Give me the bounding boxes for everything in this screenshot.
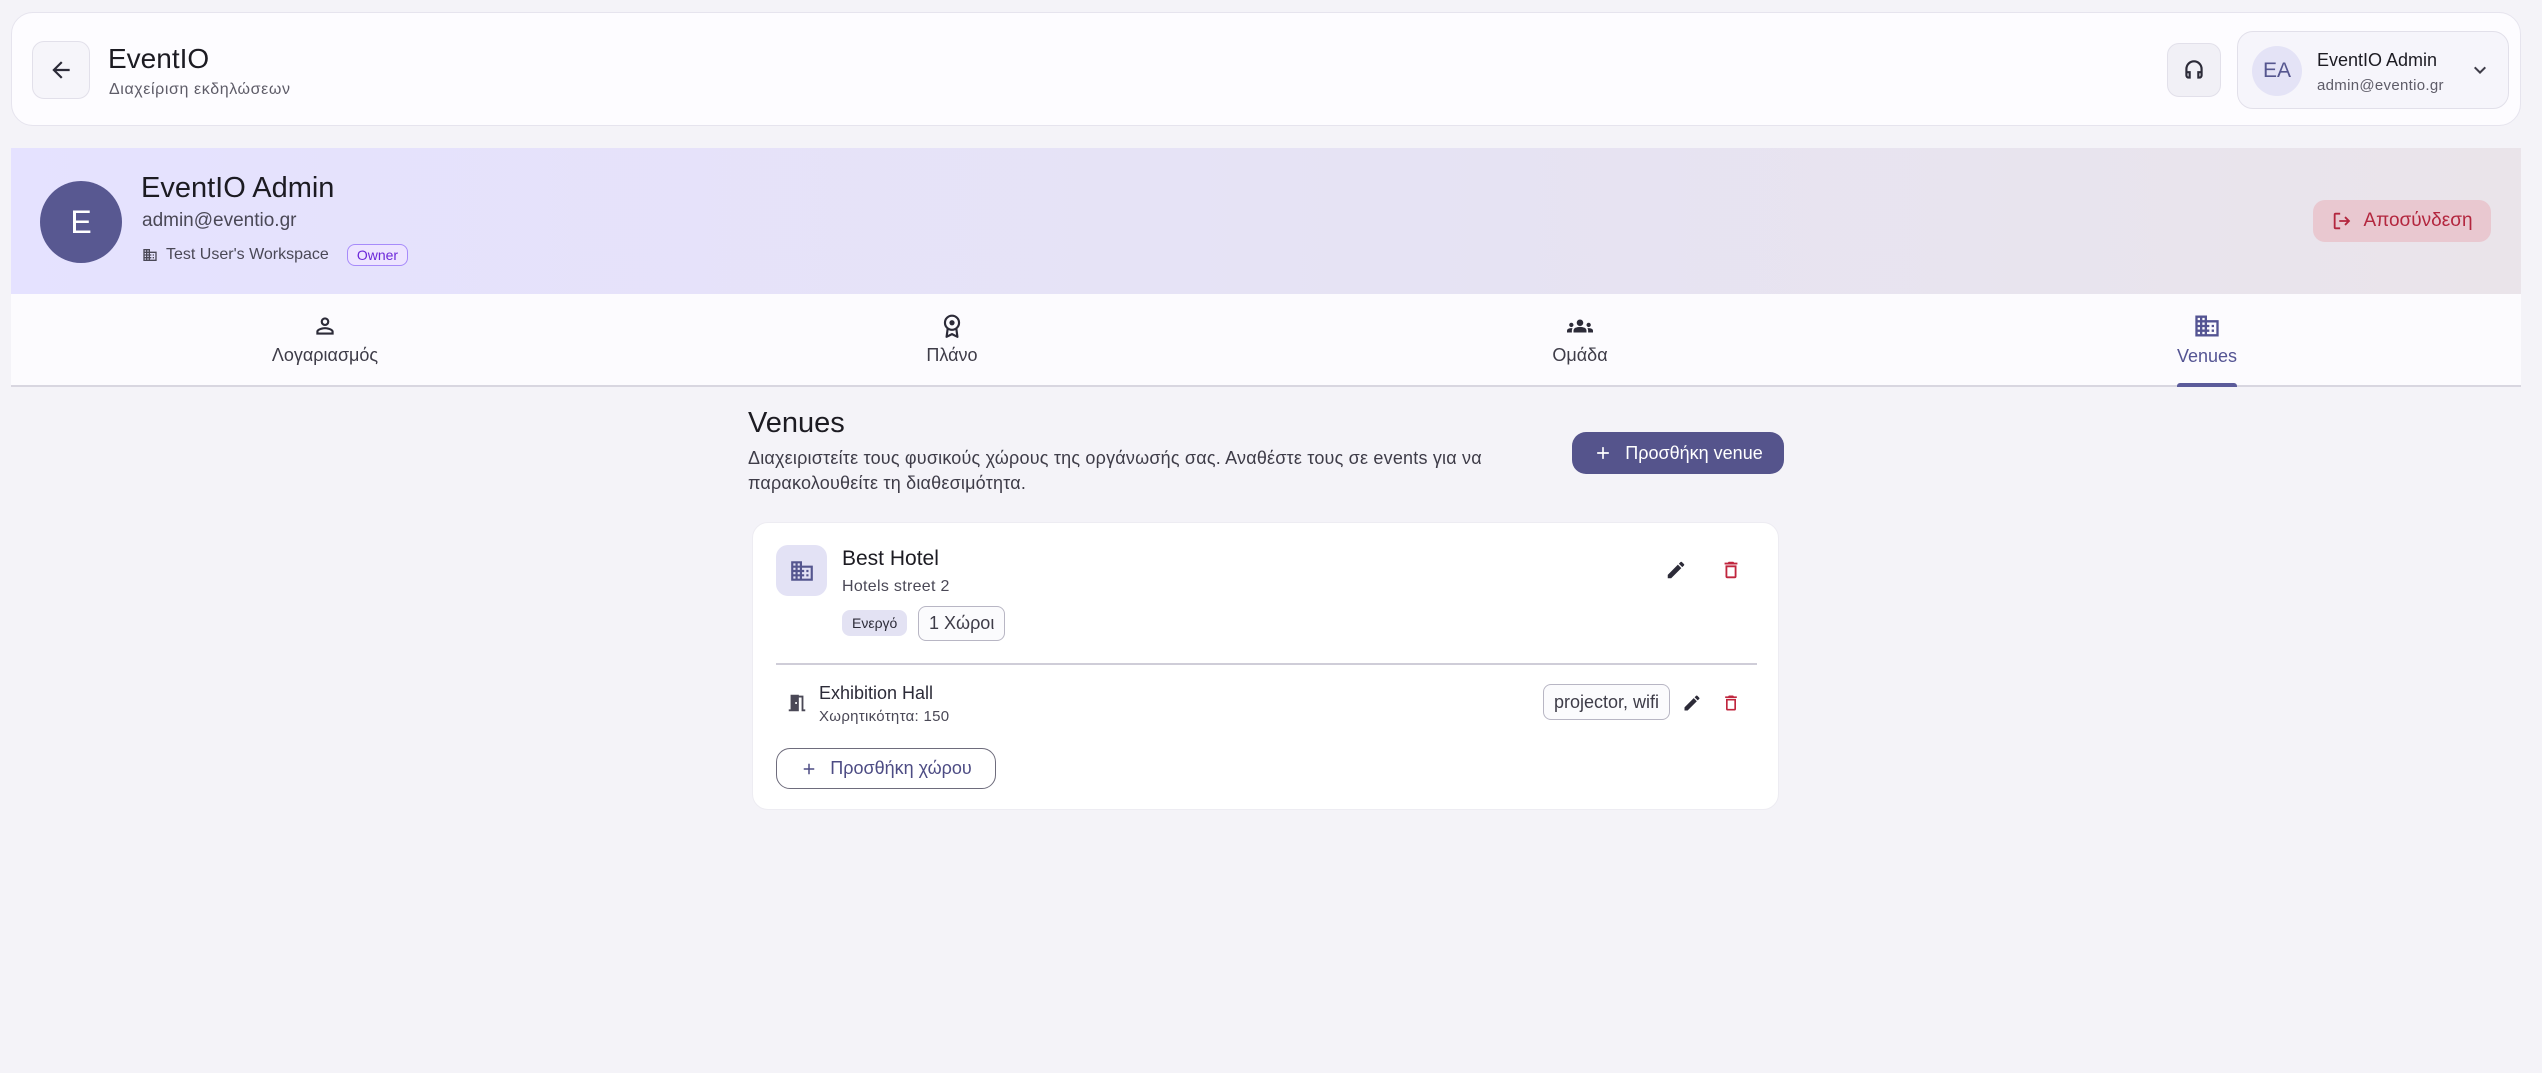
tab-venues[interactable]: Venues	[2107, 294, 2307, 387]
room-row: Exhibition Hall Χωρητικότητα: 150 projec…	[776, 673, 1757, 733]
plus-icon	[803, 763, 815, 774]
tab-label: Ομάδα	[1552, 345, 1608, 365]
profile-avatar: E	[40, 181, 122, 263]
add-room-label: Προσθήκη χώρου	[830, 758, 972, 778]
venue-icon	[776, 545, 827, 596]
trash-icon	[1724, 561, 1738, 579]
edit-room-button[interactable]	[1674, 685, 1710, 721]
page-description: Διαχειριστείτε τους φυσικούς χώρους της …	[748, 448, 1482, 493]
avatar: EA	[2252, 46, 2302, 96]
room-name: Exhibition Hall	[819, 683, 934, 703]
role-badge: Owner	[346, 244, 409, 266]
profile-name: EventIO Admin	[141, 172, 335, 204]
award-icon	[943, 314, 961, 338]
venue-name: Best Hotel	[842, 547, 939, 570]
top-header: EventIO Διαχείριση εκδηλώσεων EA EventIO…	[11, 12, 2521, 126]
page-title: Venues	[748, 407, 845, 439]
settings-tabs: Λογαριασμός Πλάνο Ομάδα Venues	[11, 294, 2521, 387]
venue-address: Hotels street 2	[842, 578, 950, 595]
add-venue-label: Προσθήκη venue	[1625, 442, 1763, 463]
rooms-count-chip[interactable]: 1 Χώροι	[918, 606, 1006, 641]
divider	[776, 663, 1757, 665]
door-icon	[788, 694, 806, 712]
building-icon	[2195, 315, 2219, 337]
room-capacity: Χωρητικότητα: 150	[819, 708, 950, 725]
person-icon	[316, 317, 334, 335]
group-icon	[1567, 319, 1593, 333]
logout-label: Αποσύνδεση	[2363, 210, 2473, 231]
logout-icon	[2334, 212, 2351, 230]
profile-email: admin@eventio.gr	[142, 210, 297, 231]
tab-account[interactable]: Λογαριασμός	[225, 294, 425, 385]
headset-icon	[2185, 60, 2203, 79]
venue-card: Best Hotel Hotels street 2 Ενεργό 1 Χώρο…	[752, 522, 1779, 810]
tab-plan[interactable]: Πλάνο	[852, 294, 1052, 385]
pencil-icon	[1684, 695, 1700, 711]
building-icon	[790, 560, 813, 581]
trash-icon	[1725, 695, 1737, 711]
delete-venue-button[interactable]	[1713, 552, 1749, 588]
app-title: EventIO	[108, 43, 210, 74]
add-venue-button[interactable]: Προσθήκη venue	[1572, 432, 1784, 474]
pencil-icon	[1667, 561, 1685, 579]
user-email: admin@eventio.gr	[2317, 77, 2444, 94]
user-menu[interactable]: EA EventIO Admin admin@eventio.gr	[2237, 31, 2509, 109]
back-button[interactable]	[32, 41, 90, 99]
arrow-left-icon	[52, 61, 70, 79]
edit-venue-button[interactable]	[1658, 552, 1694, 588]
status-badge: Ενεργό	[842, 610, 908, 636]
tab-team[interactable]: Ομάδα	[1480, 294, 1680, 385]
plus-icon	[1597, 447, 1610, 459]
chevron-down-icon	[2474, 66, 2486, 74]
workspace-info: Test User's Workspace Owner	[142, 243, 409, 267]
amenities-chip: projector, wifi	[1543, 684, 1671, 720]
tab-label: Λογαριασμός	[271, 345, 379, 365]
tab-label: Venues	[2176, 346, 2238, 366]
user-name: EventIO Admin	[2317, 50, 2438, 70]
delete-room-button[interactable]	[1713, 685, 1749, 721]
profile-banner: E EventIO Admin admin@eventio.gr Test Us…	[11, 148, 2521, 294]
logout-button[interactable]: Αποσύνδεση	[2313, 200, 2491, 242]
tab-label: Πλάνο	[926, 345, 978, 365]
workspace-name: Test User's Workspace	[166, 246, 329, 263]
add-room-button[interactable]: Προσθήκη χώρου	[776, 748, 996, 789]
app-root: EventIO Διαχείριση εκδηλώσεων EA EventIO…	[0, 0, 2542, 1073]
app-subtitle: Διαχείριση εκδηλώσεων	[109, 81, 291, 98]
support-button[interactable]	[2167, 43, 2221, 97]
building-icon	[143, 249, 157, 261]
